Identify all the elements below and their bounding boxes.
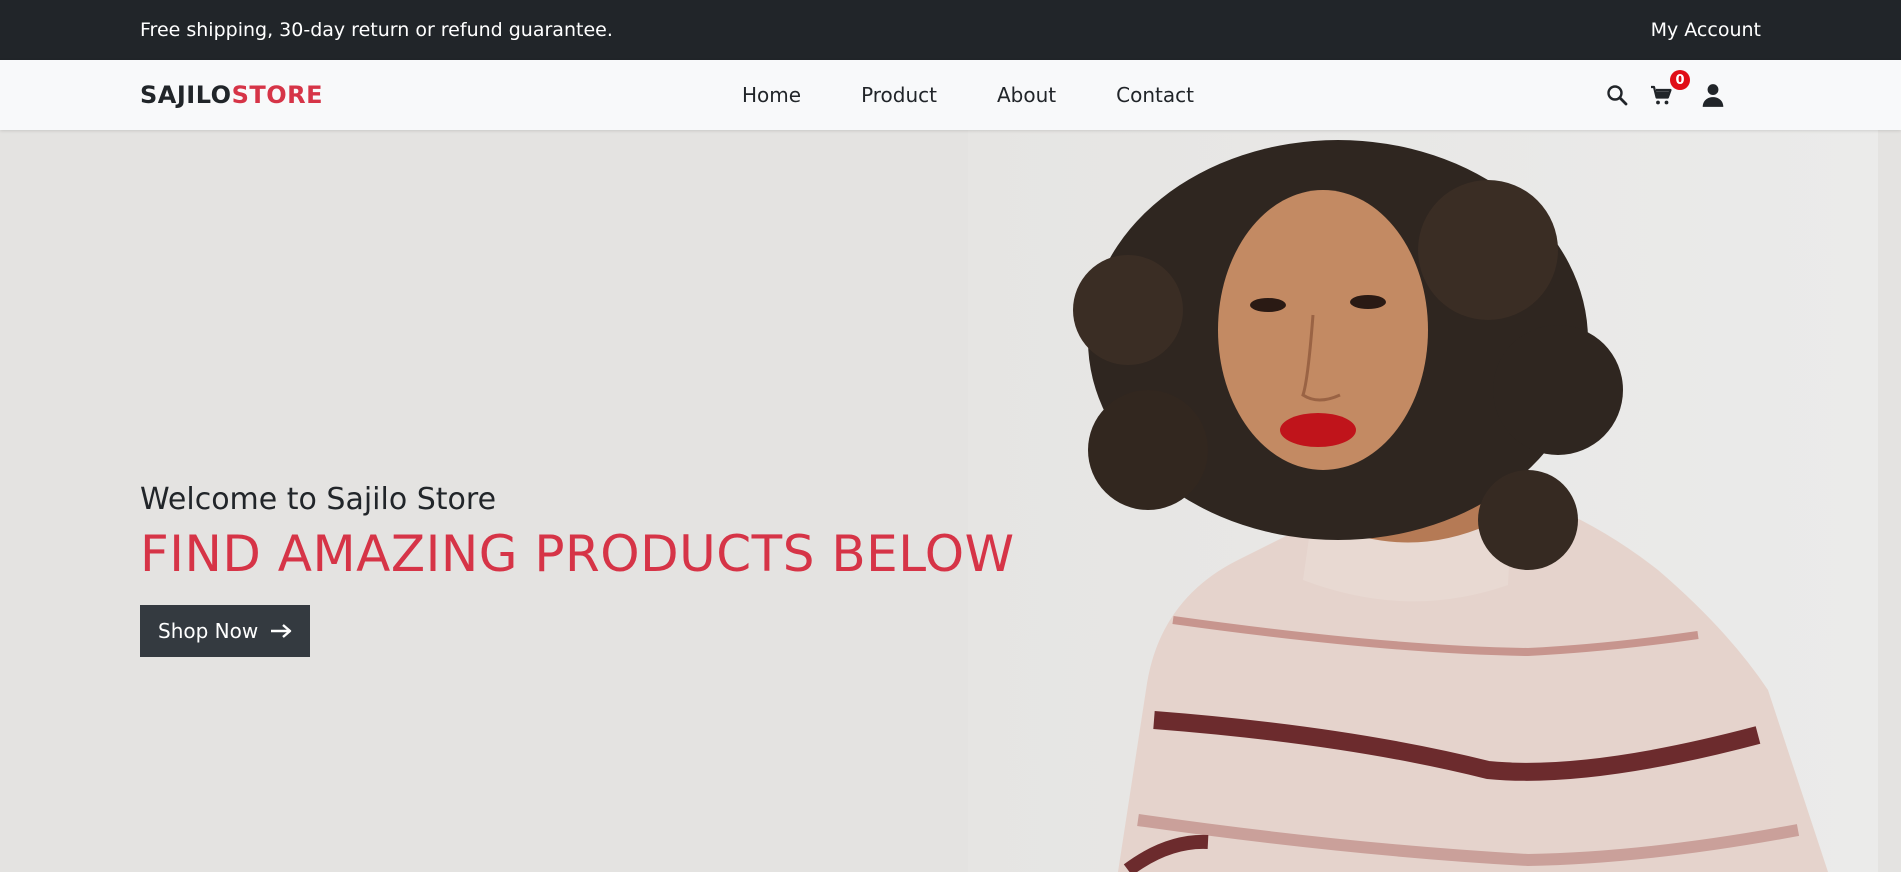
announcement-text: Free shipping, 30-day return or refund g… bbox=[140, 19, 613, 41]
model-illustration bbox=[1073, 140, 1828, 872]
cart-icon bbox=[1651, 85, 1672, 105]
nav-link-contact[interactable]: Contact bbox=[1116, 83, 1194, 107]
arrow-right-icon bbox=[271, 624, 292, 638]
main-navbar: SAJILOSTORE Home Product About Contact 0 bbox=[0, 60, 1901, 130]
user-icon bbox=[1702, 84, 1724, 107]
hero-headline: FIND AMAZING PRODUCTS BELOW bbox=[140, 525, 1015, 583]
brand-logo[interactable]: SAJILOSTORE bbox=[140, 81, 323, 109]
user-button[interactable] bbox=[1696, 78, 1730, 112]
cart-button[interactable]: 0 bbox=[1644, 70, 1690, 112]
my-account-link[interactable]: My Account bbox=[1651, 19, 1761, 41]
announcement-bar: Free shipping, 30-day return or refund g… bbox=[0, 0, 1901, 60]
logo-text-primary: SAJILO bbox=[140, 81, 232, 109]
hero-text-block: Welcome to Sajilo Store FIND AMAZING PRO… bbox=[140, 482, 1015, 657]
nav-link-about[interactable]: About bbox=[997, 83, 1056, 107]
hero-welcome-text: Welcome to Sajilo Store bbox=[140, 482, 497, 517]
hero-banner: Welcome to Sajilo Store FIND AMAZING PRO… bbox=[0, 130, 1901, 872]
search-icon bbox=[1607, 85, 1628, 106]
search-button[interactable] bbox=[1600, 78, 1634, 112]
shop-now-label: Shop Now bbox=[158, 619, 259, 643]
nav-links: Home Product About Contact bbox=[742, 60, 1194, 130]
hero-model-image bbox=[968, 130, 1878, 872]
nav-icons: 0 bbox=[1600, 60, 1730, 130]
cart-count-badge: 0 bbox=[1670, 70, 1690, 90]
logo-text-accent: STORE bbox=[231, 81, 323, 109]
nav-link-home[interactable]: Home bbox=[742, 83, 801, 107]
shop-now-button[interactable]: Shop Now bbox=[140, 605, 311, 657]
nav-link-product[interactable]: Product bbox=[861, 83, 937, 107]
